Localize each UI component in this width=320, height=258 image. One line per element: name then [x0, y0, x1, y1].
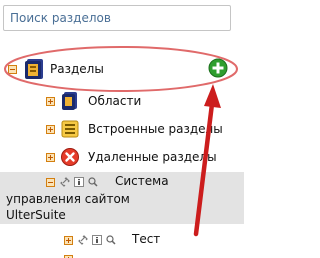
tree-row-partial: [0, 252, 244, 258]
link-icon[interactable]: [60, 177, 70, 187]
tree-row-root[interactable]: Разделы: [0, 56, 244, 82]
link-icon[interactable]: [78, 235, 88, 245]
info-icon[interactable]: [74, 177, 84, 187]
tree-item-label[interactable]: Тест: [132, 232, 160, 246]
collapse-icon[interactable]: [46, 178, 55, 187]
search-input[interactable]: [4, 6, 230, 30]
tree-item-label-line1[interactable]: Система: [115, 174, 169, 188]
tree-item-label-line3[interactable]: UlterSuite: [6, 208, 66, 222]
expand-icon[interactable]: [46, 153, 55, 162]
info-icon[interactable]: [92, 235, 102, 245]
expand-icon[interactable]: [46, 125, 55, 134]
areas-icon: [62, 92, 77, 110]
expand-icon[interactable]: [64, 236, 73, 245]
tree-item-label[interactable]: Удаленные разделы: [88, 150, 217, 164]
builtin-list-icon: [61, 120, 79, 138]
deleted-red-icon: [61, 148, 79, 166]
tree-item-label-line2[interactable]: управления сайтом: [6, 192, 130, 206]
tree-row-areas[interactable]: Области: [0, 90, 244, 112]
tree-item-label[interactable]: Встроенные разделы: [88, 122, 223, 136]
collapse-icon[interactable]: [8, 65, 17, 74]
tree-item-label[interactable]: Области: [88, 94, 141, 108]
add-green-icon[interactable]: [208, 58, 228, 78]
sections-book-icon: [25, 59, 43, 79]
search-icon[interactable]: [106, 235, 116, 245]
tree-row-test[interactable]: Тест: [0, 230, 244, 250]
tree-row-deleted[interactable]: Удаленные разделы: [0, 146, 244, 168]
search-box[interactable]: [3, 5, 231, 31]
tree-row-builtin[interactable]: Встроенные разделы: [0, 118, 244, 140]
tree-row-system[interactable]: Система управления сайтом UlterSuite: [0, 172, 244, 224]
expand-icon[interactable]: [46, 97, 55, 106]
tree-root-label[interactable]: Разделы: [50, 62, 104, 76]
search-icon[interactable]: [88, 177, 98, 187]
